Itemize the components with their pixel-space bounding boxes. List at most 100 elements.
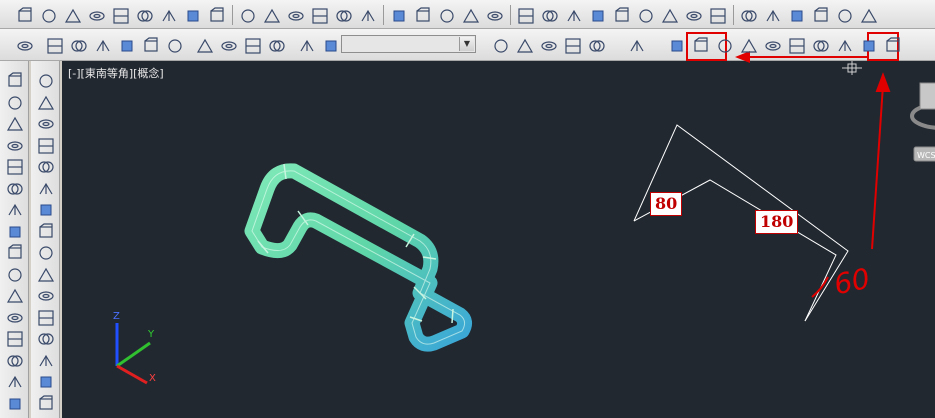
ucs-world-icon[interactable] — [626, 35, 646, 55]
modify-tool-4-icon[interactable] — [35, 135, 55, 155]
modify-tool-16-icon[interactable] — [35, 393, 55, 413]
draw-tool-1-icon[interactable] — [4, 70, 24, 90]
3d-scale-icon[interactable] — [539, 5, 559, 25]
intersect-icon[interactable] — [436, 5, 456, 25]
draw-tool-7-icon[interactable] — [4, 199, 24, 219]
draw-tool-12-icon[interactable] — [4, 307, 24, 327]
draw-tool-11-icon[interactable] — [4, 285, 24, 305]
draw-tool-15-icon[interactable] — [4, 371, 24, 391]
clean-icon[interactable] — [762, 5, 782, 25]
ucs-3point-icon[interactable] — [786, 35, 806, 55]
loft-icon[interactable] — [357, 5, 377, 25]
extrude-icon[interactable] — [261, 5, 281, 25]
modify-tool-8-icon[interactable] — [35, 221, 55, 241]
view-front-icon[interactable] — [140, 35, 160, 55]
imprint-icon[interactable] — [635, 5, 655, 25]
ne-iso-icon[interactable] — [242, 35, 262, 55]
draw-tool-6-icon[interactable] — [4, 178, 24, 198]
interfere-icon[interactable] — [587, 5, 607, 25]
separate-icon[interactable] — [786, 5, 806, 25]
named-view-dropdown[interactable]: ▼ — [341, 35, 476, 53]
ucs-face-icon[interactable] — [666, 35, 686, 55]
check-icon[interactable] — [834, 5, 854, 25]
modify-tool-13-icon[interactable] — [35, 328, 55, 348]
draw-tool-10-icon[interactable] — [4, 264, 24, 284]
slice-icon[interactable] — [563, 5, 583, 25]
modify-tool-10-icon[interactable] — [35, 264, 55, 284]
extract-edges-icon[interactable] — [611, 5, 631, 25]
nw-iso-icon[interactable] — [266, 35, 286, 55]
visual-style-realistic-icon[interactable] — [538, 35, 558, 55]
ucs-icon[interactable] — [858, 5, 878, 25]
modify-tool-15-icon[interactable] — [35, 371, 55, 391]
visual-style-manager-icon[interactable] — [586, 35, 606, 55]
subtract-icon[interactable] — [412, 5, 432, 25]
visual-style-2d-icon[interactable] — [490, 35, 510, 55]
modify-tool-12-icon[interactable] — [35, 307, 55, 327]
wedge-icon[interactable] — [62, 5, 82, 25]
revolve-icon[interactable] — [333, 5, 353, 25]
draw-tool-9-icon[interactable] — [4, 242, 24, 262]
modify-tool-3-icon[interactable] — [35, 113, 55, 133]
draw-tool-4-icon[interactable] — [4, 135, 24, 155]
view-back-icon[interactable] — [164, 35, 184, 55]
view-left-icon[interactable] — [92, 35, 112, 55]
ucs-view-icon[interactable] — [714, 35, 734, 55]
ucs-z-icon[interactable] — [858, 35, 878, 55]
union-icon[interactable] — [388, 5, 408, 25]
drawing-viewport[interactable]: [-][東南等角][概念] 60 Z Y X WCS 80 180 — [62, 61, 935, 418]
3d-rotate-icon[interactable] — [484, 5, 504, 25]
regen-icon[interactable] — [14, 35, 34, 55]
view-right-icon[interactable] — [116, 35, 136, 55]
draw-tool-14-icon[interactable] — [4, 350, 24, 370]
viewcube[interactable]: WCS — [910, 82, 935, 162]
chevron-down-icon[interactable]: ▼ — [459, 37, 474, 51]
copy-faces-icon[interactable] — [683, 5, 703, 25]
draw-tool-16-icon[interactable] — [4, 393, 24, 413]
ucs-x-icon[interactable] — [810, 35, 830, 55]
draw-tool-5-icon[interactable] — [4, 156, 24, 176]
torus-icon[interactable] — [158, 5, 178, 25]
sw-iso-icon[interactable] — [194, 35, 214, 55]
pyramid-icon[interactable] — [182, 5, 202, 25]
sphere-icon[interactable] — [110, 5, 130, 25]
visual-style-conceptual-icon[interactable] — [562, 35, 582, 55]
modify-tool-5-icon[interactable] — [35, 156, 55, 176]
se-iso-icon[interactable] — [218, 35, 238, 55]
presspull-icon[interactable] — [285, 5, 305, 25]
modify-tool-2-icon[interactable] — [35, 92, 55, 112]
cone-icon[interactable] — [86, 5, 106, 25]
view-bottom-icon[interactable] — [68, 35, 88, 55]
camera-icon[interactable] — [296, 35, 316, 55]
color-edges-icon[interactable] — [707, 5, 727, 25]
cylinder-icon[interactable] — [134, 5, 154, 25]
ucs-y-icon[interactable] — [834, 35, 854, 55]
draw-tool-8-icon[interactable] — [4, 221, 24, 241]
copy-edges-icon[interactable] — [738, 5, 758, 25]
ucs-origin-icon[interactable] — [738, 35, 758, 55]
draw-tool-3-icon[interactable] — [4, 113, 24, 133]
modify-tool-6-icon[interactable] — [35, 178, 55, 198]
box-icon[interactable] — [38, 5, 58, 25]
sweep-icon[interactable] — [309, 5, 329, 25]
polysolid-icon[interactable] — [14, 5, 34, 25]
view-top-icon[interactable] — [44, 35, 64, 55]
modify-tool-9-icon[interactable] — [35, 242, 55, 262]
modify-tool-1-icon[interactable] — [35, 70, 55, 90]
named-views-icon[interactable] — [320, 35, 340, 55]
modify-tool-11-icon[interactable] — [35, 285, 55, 305]
modify-tool-14-icon[interactable] — [35, 350, 55, 370]
wireframe-profile[interactable] — [633, 124, 849, 322]
draw-tool-13-icon[interactable] — [4, 328, 24, 348]
color-faces-icon[interactable] — [659, 5, 679, 25]
planar-surface-icon[interactable] — [237, 5, 257, 25]
3d-align-icon[interactable] — [515, 5, 535, 25]
modify-tool-7-icon[interactable] — [35, 199, 55, 219]
pipe-solid[interactable] — [244, 163, 473, 352]
ucs-zaxis-icon[interactable] — [762, 35, 782, 55]
helix-icon[interactable] — [206, 5, 226, 25]
visual-style-hidden-icon[interactable] — [514, 35, 534, 55]
ucs-object-icon[interactable] — [690, 35, 710, 55]
shell-icon[interactable] — [810, 5, 830, 25]
3d-move-icon[interactable] — [460, 5, 480, 25]
